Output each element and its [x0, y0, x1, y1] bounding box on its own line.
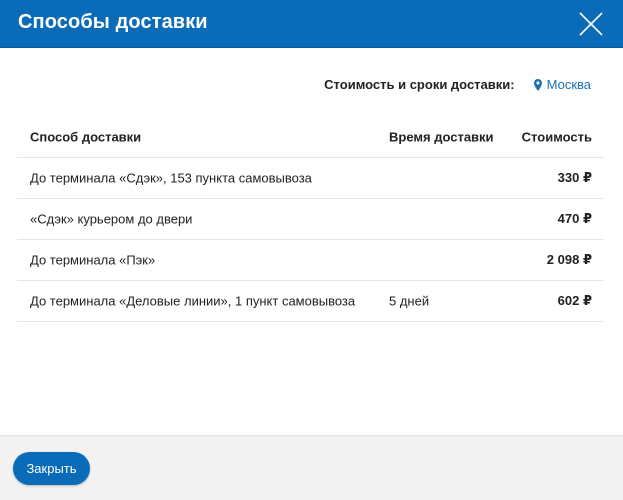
- delivery-time: 5 дней: [389, 293, 430, 309]
- table-header-row: Способ доставки Время доставки Стоимость: [17, 116, 604, 158]
- table-row: До терминала «Сдэк», 153 пункта самовыво…: [17, 158, 604, 199]
- delivery-table: Способ доставки Время доставки Стоимость…: [17, 116, 604, 322]
- delivery-price: 470 ₽: [557, 211, 592, 226]
- city-selector-link[interactable]: Москва: [533, 77, 591, 92]
- table-row: До терминала «Пэк» 2 098 ₽: [17, 240, 604, 281]
- modal-header: Способы доставки: [0, 0, 623, 48]
- location-pin-icon: [533, 78, 542, 91]
- delivery-price: 602 ₽: [557, 293, 592, 308]
- modal-footer: Закрыть: [0, 435, 623, 500]
- delivery-method: «Сдэк» курьером до двери: [30, 211, 193, 227]
- column-header-price: Стоимость: [521, 129, 592, 144]
- column-header-time: Время доставки: [389, 129, 494, 144]
- delivery-method: До терминала «Пэк»: [30, 252, 156, 268]
- close-icon[interactable]: [579, 12, 603, 36]
- table-row: До терминала «Деловые линии», 1 пункт са…: [17, 281, 604, 322]
- delivery-price: 330 ₽: [557, 170, 592, 185]
- modal-title: Способы доставки: [18, 11, 208, 33]
- delivery-method: До терминала «Сдэк», 153 пункта самовыво…: [30, 170, 312, 186]
- city-name: Москва: [546, 77, 591, 92]
- delivery-price: 2 098 ₽: [546, 252, 592, 267]
- delivery-methods-modal: Способы доставки Стоимость и сроки доста…: [0, 0, 623, 500]
- delivery-method: До терминала «Деловые линии», 1 пункт са…: [30, 293, 356, 309]
- close-button[interactable]: Закрыть: [13, 452, 90, 485]
- delivery-location-row: Стоимость и сроки доставки: Москва: [324, 77, 591, 92]
- column-header-method: Способ доставки: [30, 129, 142, 144]
- delivery-cost-label: Стоимость и сроки доставки:: [324, 77, 515, 92]
- table-row: «Сдэк» курьером до двери 470 ₽: [17, 199, 604, 240]
